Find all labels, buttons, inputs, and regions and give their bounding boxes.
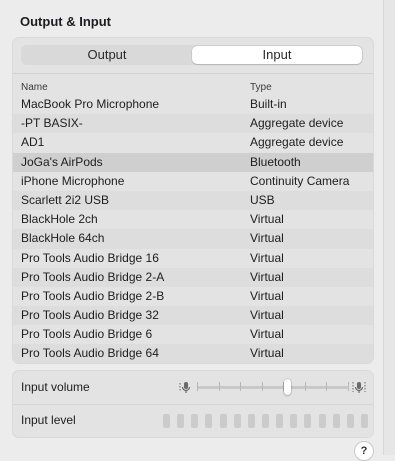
device-name: Pro Tools Audio Bridge 2-B <box>21 288 165 303</box>
table-row[interactable]: Scarlett 2i2 USB USB <box>13 190 373 211</box>
level-segment <box>304 414 312 428</box>
level-segment <box>346 414 354 428</box>
input-level-row: Input level <box>13 404 373 437</box>
device-type: Bluetooth <box>250 154 301 169</box>
output-input-segmented-control: Output Input <box>21 45 363 65</box>
device-name: JoGa's AirPods <box>21 154 103 169</box>
slider-tick <box>240 382 242 391</box>
input-volume-label: Input volume <box>21 380 90 394</box>
device-name: AD1 <box>21 135 45 150</box>
level-segment <box>177 414 185 428</box>
level-segment <box>276 414 284 428</box>
level-segment <box>290 414 298 428</box>
level-segment <box>205 414 213 428</box>
device-type: Virtual <box>250 231 284 246</box>
input-volume-row: Input volume <box>13 371 373 405</box>
device-type: Built-in <box>250 97 287 111</box>
device-type: Virtual <box>250 269 284 284</box>
input-volume-slider[interactable] <box>179 377 366 397</box>
device-type: Aggregate device <box>250 135 344 150</box>
device-panel: Output Input Name Type MacBook Pro Micro… <box>12 37 374 364</box>
device-type: Aggregate device <box>250 116 344 131</box>
table-row[interactable]: -PT BASIX- Aggregate device <box>13 114 373 134</box>
device-type: Virtual <box>250 212 284 227</box>
device-name: BlackHole 2ch <box>21 212 98 227</box>
device-name: Pro Tools Audio Bridge 2-A <box>21 269 165 284</box>
device-type: Virtual <box>250 327 284 342</box>
table-row[interactable]: Pro Tools Audio Bridge 32 Virtual <box>13 306 373 326</box>
table-row[interactable]: BlackHole 2ch Virtual <box>13 210 373 229</box>
level-segment <box>219 414 227 428</box>
level-segment <box>163 414 170 428</box>
level-segment <box>332 414 340 428</box>
slider-track <box>197 386 348 389</box>
tab-input[interactable]: Input <box>192 46 362 64</box>
device-name: Pro Tools Audio Bridge 6 <box>21 327 153 342</box>
tab-output[interactable]: Output <box>22 46 192 64</box>
mic-low-icon <box>179 382 191 393</box>
device-type: Virtual <box>250 250 284 265</box>
slider-tick <box>261 382 263 391</box>
level-segment <box>191 414 199 428</box>
mic-high-icon <box>352 382 366 393</box>
slider-knob[interactable] <box>284 379 292 395</box>
table-row[interactable]: Pro Tools Audio Bridge 6 Virtual <box>13 325 373 344</box>
level-segment <box>360 414 368 428</box>
input-level-label: Input level <box>21 413 76 427</box>
column-header-name[interactable]: Name <box>21 82 48 93</box>
device-type: Virtual <box>250 346 284 361</box>
device-type: USB <box>250 192 275 207</box>
table-row[interactable]: JoGa's AirPods Bluetooth <box>13 152 373 172</box>
device-name: iPhone Microphone <box>21 173 125 188</box>
input-level-meter <box>163 414 368 428</box>
device-type: Virtual <box>250 288 284 303</box>
device-list: MacBook Pro Microphone Built-in -PT BASIX-… <box>13 95 373 363</box>
level-segment <box>261 414 269 428</box>
table-row[interactable]: AD1 Aggregate device <box>13 133 373 152</box>
help-button[interactable]: ? <box>354 441 374 461</box>
table-row[interactable]: Pro Tools Audio Bridge 2-B Virtual <box>13 287 373 306</box>
level-segment <box>318 414 326 428</box>
table-row[interactable]: Pro Tools Audio Bridge 2-A Virtual <box>13 267 373 287</box>
slider-tick <box>348 382 349 391</box>
level-segment <box>233 414 241 428</box>
slider-tick <box>326 382 328 391</box>
device-type: Virtual <box>250 308 284 323</box>
table-row[interactable]: Pro Tools Audio Bridge 64 Virtual <box>13 344 373 363</box>
device-name: BlackHole 64ch <box>21 231 105 246</box>
device-name: Pro Tools Audio Bridge 64 <box>21 346 159 361</box>
scrollbar-track[interactable] <box>383 0 395 455</box>
device-name: Pro Tools Audio Bridge 16 <box>21 250 159 265</box>
device-name: Scarlett 2i2 USB <box>21 192 110 207</box>
device-name: -PT BASIX- <box>21 116 83 131</box>
input-controls: Input volume Input level <box>12 370 374 438</box>
slider-tick <box>197 382 198 391</box>
table-row[interactable]: Pro Tools Audio Bridge 16 Virtual <box>13 249 373 268</box>
section-title: Output & Input <box>20 14 111 29</box>
device-type: Continuity Camera <box>250 173 350 188</box>
slider-tick <box>218 382 220 391</box>
slider-tick <box>304 382 306 391</box>
level-segment <box>247 414 255 428</box>
table-header: Name Type <box>13 73 373 96</box>
device-name: MacBook Pro Microphone <box>21 97 160 111</box>
table-row[interactable]: BlackHole 64ch Virtual <box>13 229 373 249</box>
table-row[interactable]: iPhone Microphone Continuity Camera <box>13 172 373 191</box>
table-row[interactable]: MacBook Pro Microphone Built-in <box>13 95 373 114</box>
column-header-type[interactable]: Type <box>250 82 272 93</box>
device-name: Pro Tools Audio Bridge 32 <box>21 308 159 323</box>
